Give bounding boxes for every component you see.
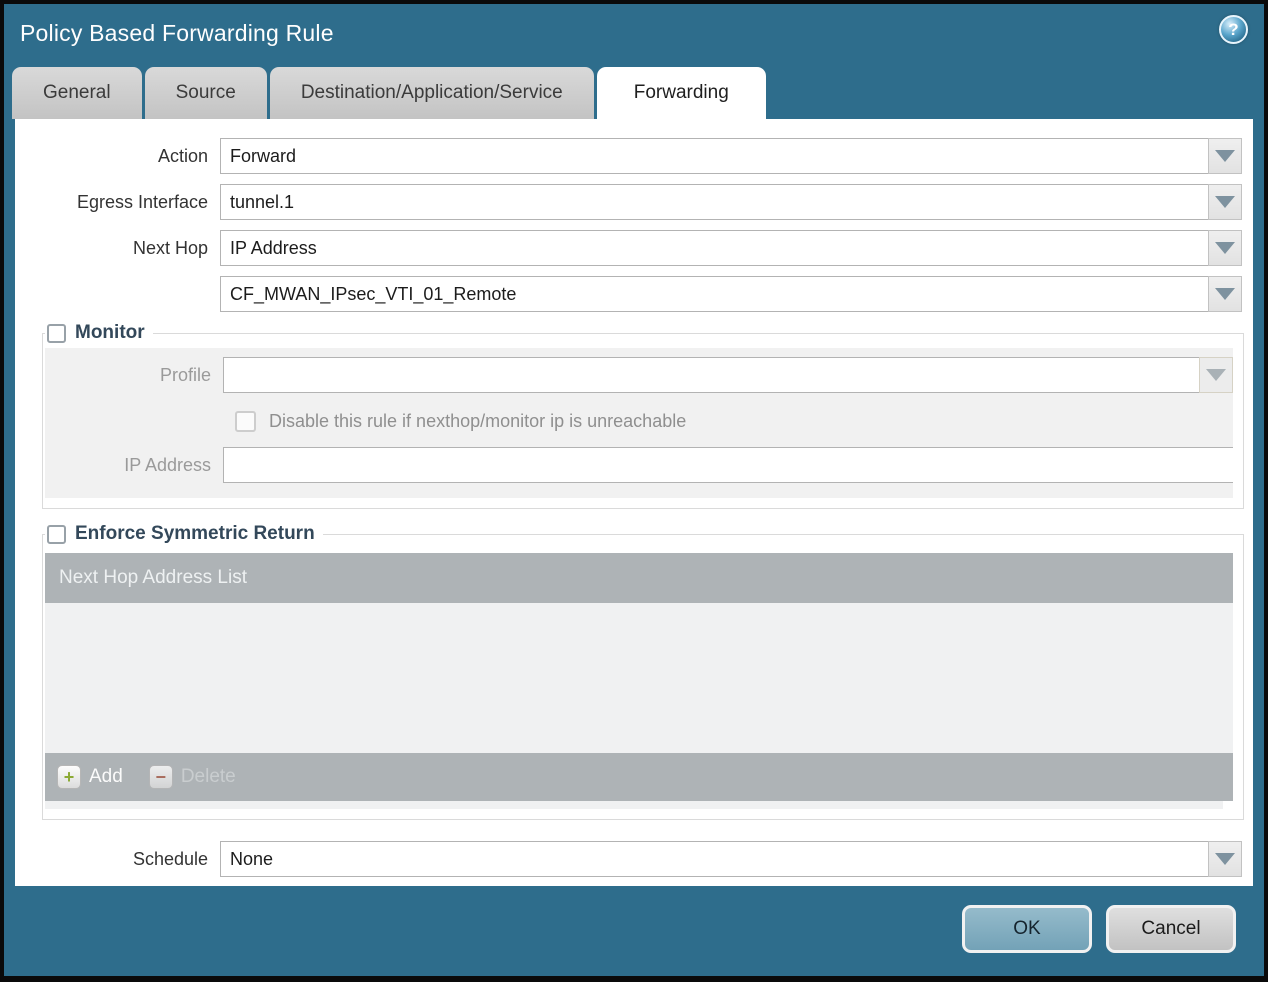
monitor-panel: Profile Disable this rule if nexthop/mon… bbox=[45, 348, 1233, 498]
tab-forwarding[interactable]: Forwarding bbox=[596, 67, 766, 119]
enforce-symmetric-return-checkbox[interactable] bbox=[47, 524, 66, 544]
tab-destination-application-service[interactable]: Destination/Application/Service bbox=[269, 67, 594, 119]
monitor-profile-input bbox=[223, 357, 1199, 393]
next-hop-type-row: Next Hop bbox=[15, 230, 1242, 266]
next-hop-address-table-body[interactable] bbox=[45, 603, 1233, 753]
next-hop-label: Next Hop bbox=[132, 237, 208, 258]
tab-content-forwarding: Action Egress Interface Next Hop bbox=[15, 119, 1253, 886]
chevron-down-icon bbox=[1215, 196, 1235, 208]
symmetric-return-section: Enforce Symmetric Return Next Hop Addres… bbox=[42, 523, 1244, 820]
add-button-label: Add bbox=[89, 766, 123, 787]
chevron-down-icon bbox=[1215, 150, 1235, 162]
table-bottom-strip bbox=[45, 801, 1223, 809]
action-row: Action bbox=[15, 138, 1242, 174]
chevron-down-icon bbox=[1215, 242, 1235, 254]
action-input[interactable] bbox=[220, 138, 1208, 174]
schedule-input[interactable] bbox=[220, 841, 1208, 877]
symmetric-return-section-label: Enforce Symmetric Return bbox=[75, 523, 315, 544]
monitor-section: Monitor Profile Disable this rule if nex… bbox=[42, 322, 1244, 509]
next-hop-address-input[interactable] bbox=[220, 276, 1208, 312]
next-hop-address-row bbox=[15, 276, 1242, 312]
help-icon[interactable]: ? bbox=[1219, 15, 1248, 44]
help-glyph: ? bbox=[1228, 19, 1239, 39]
policy-based-forwarding-dialog: Policy Based Forwarding Rule ? General S… bbox=[0, 0, 1268, 982]
dialog-titlebar: Policy Based Forwarding Rule ? bbox=[4, 4, 1264, 64]
delete-button: − Delete bbox=[148, 765, 236, 789]
add-button[interactable]: + Add bbox=[57, 765, 123, 789]
monitor-ip-address-input bbox=[223, 447, 1233, 483]
next-hop-address-list-header-label: Next Hop Address List bbox=[59, 567, 247, 588]
egress-interface-field bbox=[220, 184, 1242, 220]
next-hop-address-dropdown-button[interactable] bbox=[1208, 276, 1242, 312]
next-hop-address-table-toolbar: + Add − Delete bbox=[45, 753, 1233, 801]
tab-general[interactable]: General bbox=[12, 67, 142, 119]
disable-rule-checkbox bbox=[235, 410, 256, 432]
monitor-ip-address-row: IP Address bbox=[45, 447, 1233, 483]
chevron-down-icon bbox=[1215, 288, 1235, 300]
monitor-disable-rule-row: Disable this rule if nexthop/monitor ip … bbox=[235, 407, 1233, 435]
chevron-down-icon bbox=[1206, 369, 1226, 381]
monitor-profile-dropdown-button bbox=[1199, 357, 1233, 393]
minus-icon: − bbox=[148, 765, 173, 789]
egress-interface-row: Egress Interface bbox=[15, 184, 1242, 220]
next-hop-type-field bbox=[220, 230, 1242, 266]
dialog-title: Policy Based Forwarding Rule bbox=[20, 20, 334, 46]
disable-rule-label: Disable this rule if nexthop/monitor ip … bbox=[269, 410, 687, 431]
tab-bar: General Source Destination/Application/S… bbox=[12, 67, 769, 119]
monitor-profile-label: Profile bbox=[159, 364, 211, 385]
egress-interface-input[interactable] bbox=[220, 184, 1208, 220]
monitor-ip-address-field bbox=[223, 447, 1233, 483]
delete-button-label: Delete bbox=[180, 766, 236, 787]
plus-icon: + bbox=[57, 765, 81, 789]
chevron-down-icon bbox=[1215, 853, 1235, 865]
schedule-dropdown-button[interactable] bbox=[1208, 841, 1242, 877]
schedule-row: Schedule bbox=[15, 841, 1242, 877]
next-hop-address-table: Next Hop Address List + Add − Delete bbox=[45, 553, 1233, 809]
cancel-button[interactable]: Cancel bbox=[1106, 905, 1236, 953]
action-label: Action bbox=[157, 145, 208, 166]
monitor-checkbox[interactable] bbox=[47, 323, 66, 343]
action-field bbox=[220, 138, 1242, 174]
action-dropdown-button[interactable] bbox=[1208, 138, 1242, 174]
dialog-footer: OK Cancel bbox=[4, 879, 1264, 976]
symmetric-return-legend: Enforce Symmetric Return bbox=[45, 523, 323, 545]
egress-interface-dropdown-button[interactable] bbox=[1208, 184, 1242, 220]
monitor-legend: Monitor bbox=[45, 322, 153, 344]
monitor-profile-row: Profile bbox=[45, 357, 1233, 393]
monitor-section-label: Monitor bbox=[75, 322, 145, 343]
tab-source[interactable]: Source bbox=[144, 67, 267, 119]
next-hop-type-dropdown-button[interactable] bbox=[1208, 230, 1242, 266]
egress-interface-label: Egress Interface bbox=[76, 191, 208, 212]
next-hop-type-input[interactable] bbox=[220, 230, 1208, 266]
next-hop-address-field bbox=[220, 276, 1242, 312]
monitor-ip-address-label: IP Address bbox=[124, 454, 211, 475]
schedule-label: Schedule bbox=[132, 848, 208, 869]
next-hop-address-table-header: Next Hop Address List bbox=[45, 553, 1233, 603]
schedule-field bbox=[220, 841, 1242, 877]
ok-button[interactable]: OK bbox=[962, 905, 1092, 953]
monitor-profile-field bbox=[223, 357, 1233, 393]
